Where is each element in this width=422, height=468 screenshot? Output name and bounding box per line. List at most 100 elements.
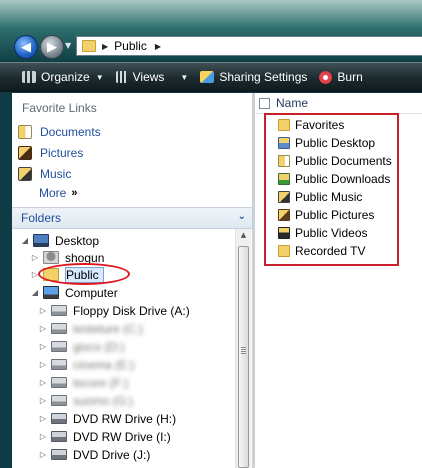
videos-folder-icon bbox=[278, 226, 290, 239]
file-item-public-documents[interactable]: Public Documents bbox=[278, 152, 392, 169]
collapsed-arrow-icon[interactable]: ▷ bbox=[38, 342, 48, 351]
recent-pages-dropdown-icon[interactable]: ▼ bbox=[65, 41, 71, 50]
tree-item-label: Public bbox=[65, 266, 104, 283]
file-item-label: Public Downloads bbox=[295, 171, 391, 186]
views-button[interactable]: Views ▼ bbox=[110, 63, 195, 91]
tree-item-drive-e[interactable]: ▷ cinema (E:) bbox=[38, 356, 134, 373]
address-bar[interactable]: ▶ Public ▶ bbox=[76, 36, 422, 56]
breadcrumb-separator-icon[interactable]: ▶ bbox=[155, 42, 161, 51]
pictures-folder-icon bbox=[278, 208, 290, 221]
file-item-label: Recorded TV bbox=[295, 243, 366, 258]
scroll-up-icon[interactable]: ▲ bbox=[236, 231, 251, 243]
sharing-icon bbox=[200, 71, 215, 83]
tree-item-label: Floppy Disk Drive (A:) bbox=[73, 303, 190, 318]
pictures-icon bbox=[18, 146, 32, 160]
collapsed-arrow-icon[interactable]: ▷ bbox=[30, 253, 40, 262]
file-item-public-music[interactable]: Public Music bbox=[278, 188, 362, 205]
file-item-public-desktop[interactable]: Public Desktop bbox=[278, 134, 375, 151]
favorite-link-label: Music bbox=[40, 167, 72, 181]
collapsed-arrow-icon[interactable]: ▷ bbox=[38, 432, 48, 441]
collapsed-arrow-icon[interactable]: ▷ bbox=[38, 450, 48, 459]
tree-scrollbar[interactable]: ▲ bbox=[235, 229, 251, 468]
tree-item-drive-g[interactable]: ▷ suomo (G:) bbox=[38, 392, 133, 409]
burn-disc-icon bbox=[319, 70, 333, 84]
expanded-arrow-icon[interactable]: ◢ bbox=[20, 236, 30, 245]
collapsed-arrow-icon[interactable]: ▷ bbox=[38, 378, 48, 387]
forward-arrow-icon: ▶ bbox=[47, 39, 57, 55]
tree-item-drive-c[interactable]: ▷ testeture (C:) bbox=[38, 320, 143, 337]
tree-item-shogun[interactable]: ▷ shogun bbox=[30, 249, 104, 266]
double-chevron-right-icon: » bbox=[71, 187, 78, 199]
more-links-button[interactable]: More » bbox=[39, 186, 77, 200]
favorite-link-label: Documents bbox=[40, 125, 101, 139]
more-label: More bbox=[39, 186, 67, 200]
tree-item-label: testeture (C:) bbox=[73, 321, 144, 336]
file-item-label: Public Documents bbox=[295, 153, 392, 168]
file-item-public-videos[interactable]: Public Videos bbox=[278, 224, 368, 241]
forward-button[interactable]: ▶ bbox=[40, 35, 64, 59]
desktop-folder-icon bbox=[278, 136, 290, 149]
tree-item-dvd-j[interactable]: ▷ DVD Drive (J:) bbox=[38, 446, 150, 463]
window-titlebar: ◀ ▶ ▼ ▶ Public ▶ bbox=[0, 0, 422, 62]
breadcrumb-separator-icon[interactable]: ▶ bbox=[102, 42, 108, 51]
favorite-links-heading: Favorite Links bbox=[22, 101, 97, 115]
favorite-link-music[interactable]: Music bbox=[18, 165, 71, 183]
column-header-label: Name bbox=[276, 96, 309, 110]
back-button[interactable]: ◀ bbox=[14, 35, 38, 59]
expanded-arrow-icon[interactable]: ◢ bbox=[30, 288, 40, 297]
collapsed-arrow-icon[interactable]: ▷ bbox=[38, 414, 48, 423]
hard-drive-icon bbox=[51, 341, 67, 352]
tree-item-drive-f[interactable]: ▷ tecore (F:) bbox=[38, 374, 128, 391]
back-arrow-icon: ◀ bbox=[21, 39, 31, 55]
favorite-link-pictures[interactable]: Pictures bbox=[18, 144, 83, 162]
views-icon bbox=[115, 71, 128, 83]
tree-item-label: DVD RW Drive (H:) bbox=[73, 411, 177, 426]
organize-label: Organize bbox=[41, 70, 90, 84]
column-header-name[interactable]: Name bbox=[255, 93, 422, 114]
hard-drive-icon bbox=[51, 359, 67, 370]
burn-button[interactable]: Burn bbox=[313, 63, 368, 91]
collapsed-arrow-icon[interactable]: ▷ bbox=[38, 306, 48, 315]
chevron-down-icon: ▼ bbox=[95, 72, 104, 82]
tree-item-label: DVD Drive (J:) bbox=[73, 447, 151, 462]
downloads-folder-icon bbox=[278, 172, 290, 185]
select-all-checkbox[interactable] bbox=[259, 97, 270, 109]
tree-item-dvd-h[interactable]: ▷ DVD RW Drive (H:) bbox=[38, 410, 176, 427]
folder-icon bbox=[43, 268, 59, 281]
tree-item-computer[interactable]: ◢ Computer bbox=[30, 284, 118, 301]
file-item-favorites[interactable]: Favorites bbox=[278, 116, 344, 133]
dvd-drive-icon bbox=[51, 431, 67, 442]
dvd-drive-icon bbox=[51, 449, 67, 460]
tree-item-label: Desktop bbox=[55, 233, 100, 248]
tree-item-dvd-i[interactable]: ▷ DVD RW Drive (I:) bbox=[38, 428, 171, 445]
tree-item-label: DVD RW Drive (I:) bbox=[73, 429, 171, 444]
collapsed-arrow-icon[interactable]: ▷ bbox=[38, 396, 48, 405]
sharing-settings-button[interactable]: Sharing Settings bbox=[194, 63, 313, 91]
floppy-drive-icon bbox=[51, 305, 67, 316]
favorite-link-label: Pictures bbox=[40, 146, 84, 160]
breadcrumb-public[interactable]: Public bbox=[114, 39, 147, 53]
collapsed-arrow-icon[interactable]: ▷ bbox=[30, 270, 40, 279]
computer-icon bbox=[43, 286, 59, 299]
scrollbar-thumb[interactable] bbox=[238, 246, 249, 468]
file-item-label: Public Music bbox=[295, 189, 363, 204]
collapsed-arrow-icon[interactable]: ▷ bbox=[38, 360, 48, 369]
folders-header[interactable]: Folders ⌄ bbox=[12, 207, 252, 229]
folders-label: Folders bbox=[21, 211, 62, 225]
file-item-label: Public Desktop bbox=[295, 135, 376, 150]
tree-item-label: Computer bbox=[65, 285, 118, 300]
chevron-down-icon: ⌄ bbox=[237, 211, 246, 222]
file-item-public-downloads[interactable]: Public Downloads bbox=[278, 170, 390, 187]
file-item-recorded-tv[interactable]: Recorded TV bbox=[278, 242, 365, 259]
favorite-link-documents[interactable]: Documents bbox=[18, 123, 101, 141]
tree-item-drive-d[interactable]: ▷ gisco (D:) bbox=[38, 338, 124, 355]
tree-item-label: gisco (D:) bbox=[73, 339, 125, 354]
tree-item-desktop[interactable]: ◢ Desktop bbox=[20, 232, 99, 249]
tree-item-public[interactable]: ▷ Public bbox=[30, 266, 104, 283]
organize-button[interactable]: Organize ▼ bbox=[0, 63, 110, 91]
tree-item-label: cinema (E:) bbox=[73, 357, 135, 372]
navigation-pane: Favorite Links Documents Pictures Music … bbox=[12, 93, 252, 468]
file-item-public-pictures[interactable]: Public Pictures bbox=[278, 206, 374, 223]
collapsed-arrow-icon[interactable]: ▷ bbox=[38, 324, 48, 333]
tree-item-floppy[interactable]: ▷ Floppy Disk Drive (A:) bbox=[38, 302, 190, 319]
